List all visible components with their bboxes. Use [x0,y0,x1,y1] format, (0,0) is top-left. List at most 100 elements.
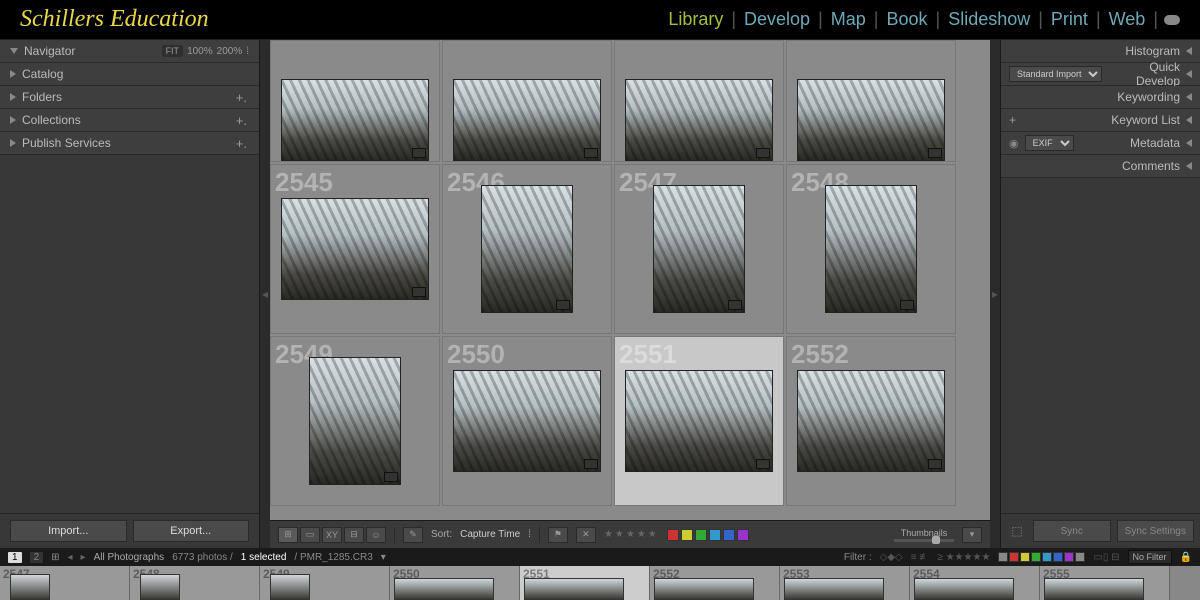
color-chip[interactable] [667,529,679,541]
color-chip[interactable] [723,529,735,541]
flag-pick-button[interactable]: ⚑ [548,527,568,543]
grid-view[interactable]: 25452546254725482549255025512552 [270,40,990,520]
sync-lock-icon[interactable]: ⬚ [1007,520,1027,542]
grid-cell[interactable] [270,40,440,162]
grid-cell[interactable]: 2552 [786,336,956,506]
grid-cell[interactable] [442,40,612,162]
grid-cell[interactable]: 2546 [442,164,612,334]
thumbnail[interactable] [625,79,773,161]
folders-header[interactable]: Folders +. [0,86,259,109]
comments-header[interactable]: Comments [1001,155,1200,178]
thumbnail[interactable] [625,370,773,472]
filmstrip-item[interactable]: 2549 [260,566,390,600]
quick-develop-header[interactable]: Standard Import Quick Develop [1001,63,1200,86]
module-tab-web[interactable]: Web [1109,9,1146,30]
module-tab-develop[interactable]: Develop [744,9,810,30]
filter-color-chip[interactable] [1075,552,1085,562]
sync-button[interactable]: Sync [1033,520,1111,542]
zoom-stepper-icon[interactable]: ⁞ [246,46,249,57]
eye-icon[interactable]: ◉ [1009,137,1019,150]
sort-dropdown-icon[interactable]: ⁞ [528,529,531,540]
filter-stars[interactable]: ≥ ★★★★★ [937,552,990,563]
filter-color-chip[interactable] [1053,552,1063,562]
rating-stars[interactable]: ★★★★★ [604,529,659,540]
compare-view-button[interactable]: XY [322,527,342,543]
thumbnail[interactable] [453,370,601,472]
module-tab-library[interactable]: Library [668,9,723,30]
right-collapse-handle[interactable]: ▸ [990,40,1000,548]
sync-settings-button[interactable]: Sync Settings [1117,520,1195,542]
grid-small-icon[interactable]: ⊞ [51,552,59,563]
flag-reject-button[interactable]: ✕ [576,527,596,543]
cloud-sync-icon[interactable] [1164,15,1180,25]
grid-cell[interactable]: 2547 [614,164,784,334]
thumbnail[interactable] [453,79,601,161]
filmstrip-item[interactable]: 2552 [650,566,780,600]
keyword-list-header[interactable]: + Keyword List [1001,109,1200,132]
filter-preset-select[interactable]: No Filter [1128,550,1172,564]
filter-edit-icons[interactable]: ≡ ≢ [911,552,930,563]
toolbar-menu-icon[interactable]: ▾ [962,527,982,543]
export-button[interactable]: Export... [133,520,250,542]
color-chip[interactable] [709,529,721,541]
filmstrip-item[interactable]: 2548 [130,566,260,600]
filter-color-chip[interactable] [1031,552,1041,562]
grid-cell[interactable]: 2549 [270,336,440,506]
navigator-zoom-badges[interactable]: FIT 100% 200% ⁞ [162,45,249,57]
filmstrip-item[interactable]: 2550 [390,566,520,600]
filter-color-chip[interactable] [998,552,1008,562]
breadcrumb-dropdown-icon[interactable]: ▾ [381,552,386,563]
grid-cell[interactable]: 2548 [786,164,956,334]
keywording-header[interactable]: Keywording [1001,86,1200,109]
grid-cell[interactable] [614,40,784,162]
source-path[interactable]: All Photographs [94,552,165,563]
grid-cell[interactable]: 2551 [614,336,784,506]
grid-cell[interactable] [786,40,956,162]
filmstrip-item[interactable]: 2554 [910,566,1040,600]
add-collection-icon[interactable]: +. [234,113,249,128]
color-chip[interactable] [695,529,707,541]
filmstrip-item[interactable]: 2551 [520,566,650,600]
grid-view-button[interactable]: ⊞ [278,527,298,543]
filmstrip-item[interactable]: 2553 [780,566,910,600]
filter-color-chip[interactable] [1020,552,1030,562]
thumbnail[interactable] [825,185,917,313]
thumbnail-size-slider[interactable] [894,539,954,542]
collections-header[interactable]: Collections +. [0,109,259,132]
module-tab-slideshow[interactable]: Slideshow [948,9,1030,30]
people-view-button[interactable]: ☺ [366,527,386,543]
add-publish-icon[interactable]: +. [234,136,249,151]
grid-cell[interactable]: 2545 [270,164,440,334]
painter-tool-icon[interactable]: ✎ [403,527,423,543]
nav-fwd-icon[interactable]: ▸ [81,552,86,563]
loupe-view-button[interactable]: ▭ [300,527,320,543]
module-tab-book[interactable]: Book [886,9,927,30]
module-tab-print[interactable]: Print [1051,9,1088,30]
color-chip[interactable] [737,529,749,541]
module-tab-map[interactable]: Map [831,9,866,30]
left-collapse-handle[interactable]: ◂ [260,40,270,548]
add-folder-icon[interactable]: +. [234,90,249,105]
quick-dev-preset-select[interactable]: Standard Import [1009,66,1102,82]
color-chip[interactable] [681,529,693,541]
filter-color-chip[interactable] [1042,552,1052,562]
zoom-200[interactable]: 200% [217,46,243,57]
sort-value[interactable]: Capture Time [460,529,520,540]
thumbnail[interactable] [481,185,573,313]
thumbnail[interactable] [309,357,401,485]
filmstrip-item[interactable]: 2555 [1040,566,1170,600]
navigator-header[interactable]: Navigator FIT 100% 200% ⁞ [0,40,259,63]
metadata-header[interactable]: ◉ EXIF Metadata [1001,132,1200,155]
filter-flag-icons[interactable]: ◇◆◇ [880,552,903,563]
source-1[interactable]: 1 [8,552,22,563]
filter-color-chip[interactable] [1009,552,1019,562]
thumbnail[interactable] [797,79,945,161]
filter-extra-icons[interactable]: ▭▯ ⊟ [1093,552,1119,563]
publish-header[interactable]: Publish Services +. [0,132,259,155]
import-button[interactable]: Import... [10,520,127,542]
nav-back-icon[interactable]: ◂ [68,552,73,563]
catalog-header[interactable]: Catalog [0,63,259,86]
filter-color-chip[interactable] [1064,552,1074,562]
add-keyword-icon[interactable]: + [1009,113,1016,127]
source-2[interactable]: 2 [30,552,44,563]
